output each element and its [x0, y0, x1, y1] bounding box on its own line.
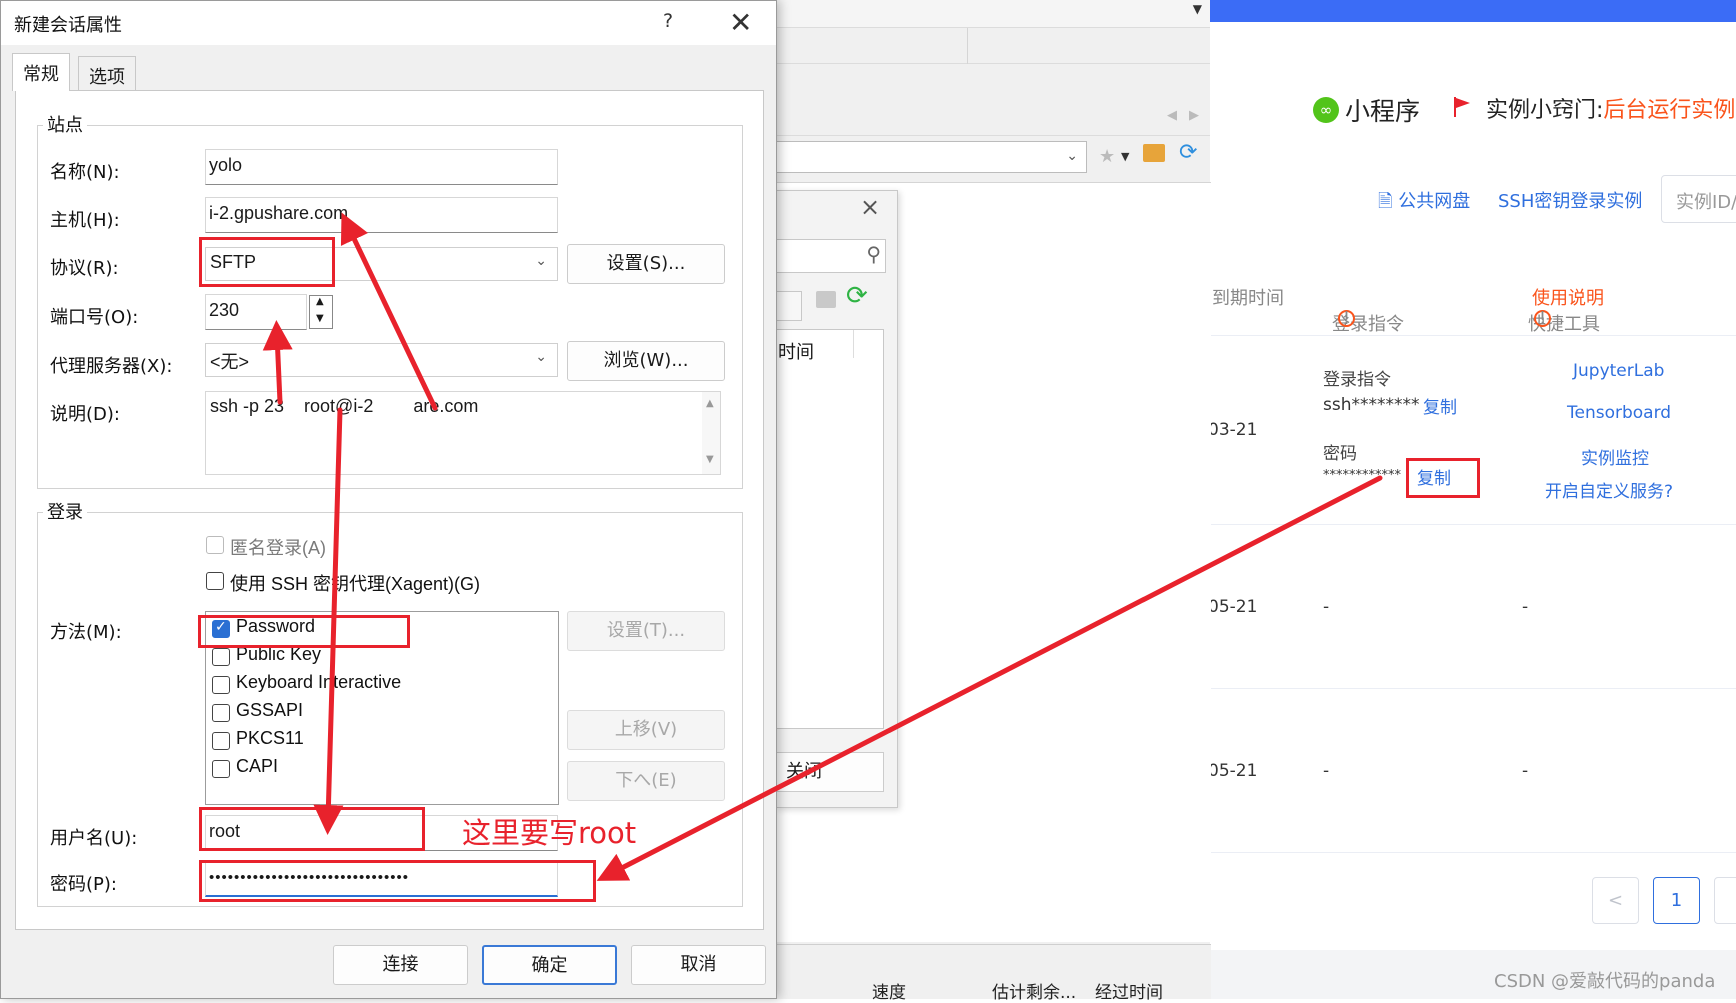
- arrow-to-password: [596, 475, 1383, 881]
- arrow-to-host: [340, 212, 438, 411]
- arrow-to-username: [313, 407, 344, 835]
- tab-general[interactable]: 常规: [12, 53, 70, 91]
- arrow-to-port: [262, 320, 293, 405]
- annotation-arrows: [262, 212, 1383, 881]
